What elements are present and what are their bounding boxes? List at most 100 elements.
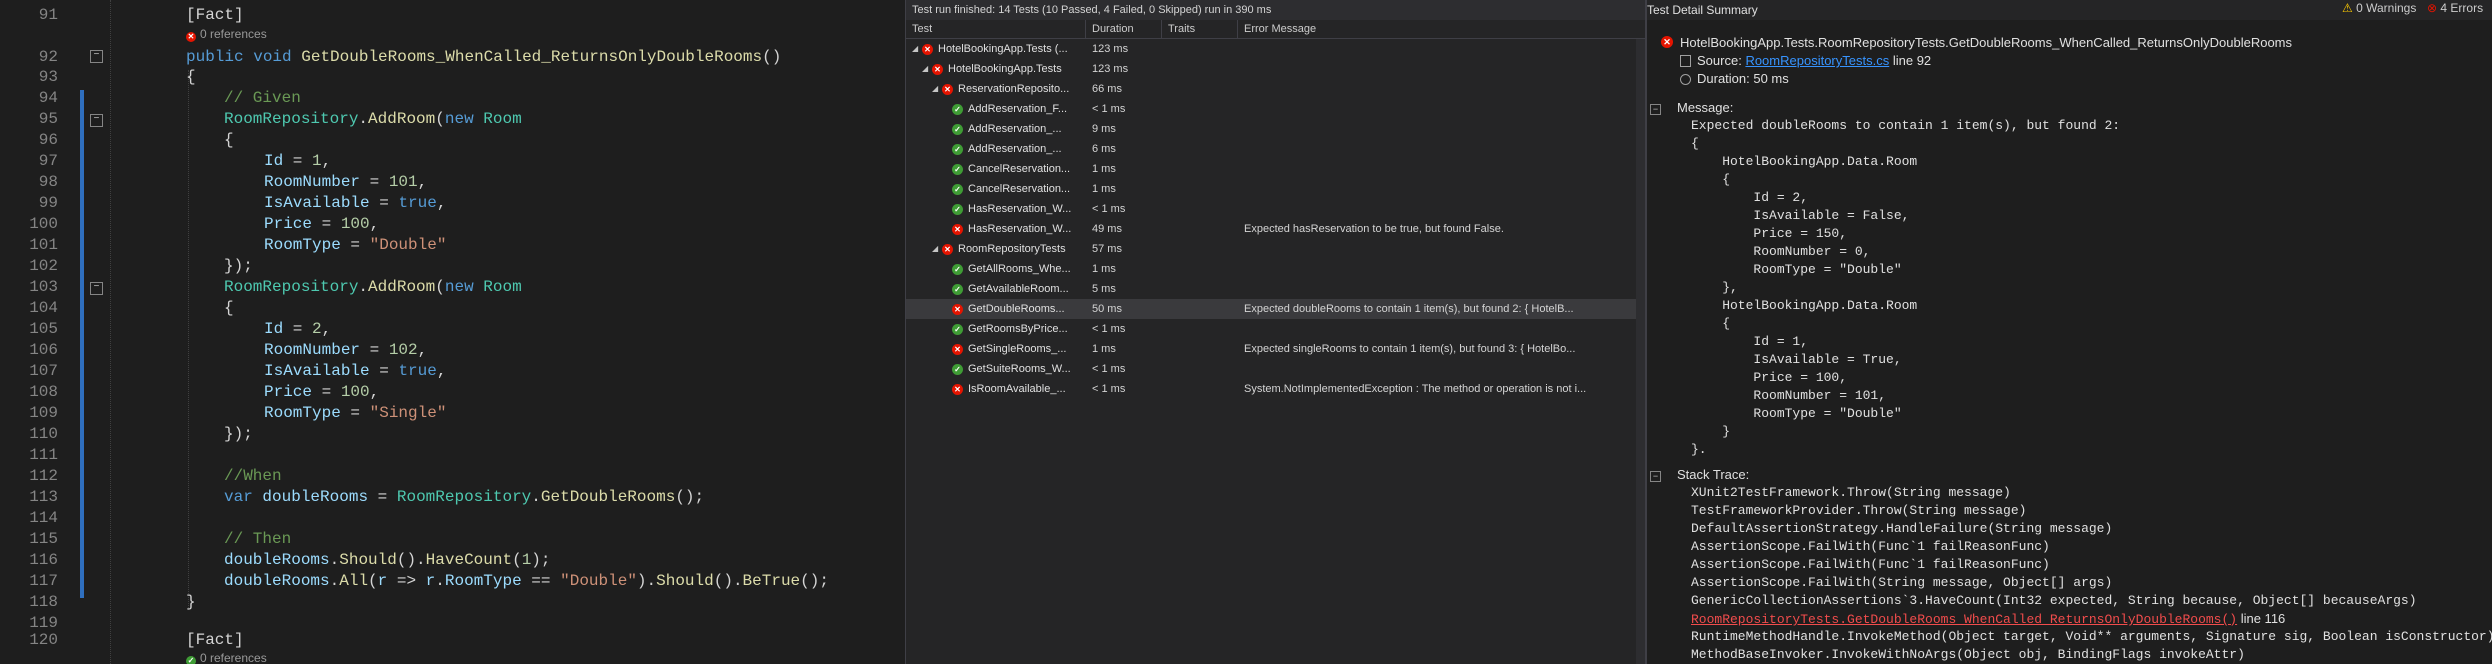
test-name: GetDoubleRooms... [968,303,1065,315]
test-row[interactable]: ✓ HasReservation_W... < 1 ms [906,199,1646,219]
test-row[interactable]: ✕ GetSingleRooms_... 1 ms Expected singleRo… [906,339,1646,359]
test-row[interactable]: ✕ GetDoubleRooms... 50 ms Expected doubleRo… [906,299,1646,319]
test-error-message: Expected hasReservation to be true, but … [1244,223,1504,235]
test-duration: < 1 ms [1092,363,1126,375]
test-name: CancelReservation... [968,183,1071,195]
line-number: 115 [29,530,58,548]
fold-toggle[interactable]: − [90,50,103,63]
stack-frame: TestFrameworkProvider.Throw(String messa… [1691,503,2027,518]
code-line-115: // Then [224,528,291,550]
fold-toggle[interactable]: − [90,282,103,295]
property: RoomType [444,572,522,590]
test-row[interactable]: ◢ ✕ HotelBookingApp.Tests (... 123 ms [906,39,1646,59]
test-name: AddReservation_... [968,123,1062,135]
column-header-duration[interactable]: Duration [1086,20,1162,38]
test-name: GetAllRooms_Whe... [968,263,1071,275]
line-number: 104 [29,299,58,317]
number: 100 [340,215,370,233]
line-number: 110 [29,425,58,443]
line-number: 102 [29,257,58,275]
codelens-references[interactable]: ✓ 0 references [186,651,267,664]
pass-icon: ✓ [952,324,963,335]
code-line-99: IsAvailable = true, [264,194,447,212]
code-line-103: RoomRepository.AddRoom(new Room [224,278,522,296]
indent-guide [188,70,190,610]
test-row[interactable]: ✓ AddReservation_F... < 1 ms [906,99,1646,119]
type-name: Room [483,110,522,128]
column-header-error-message[interactable]: Error Message [1238,20,1646,38]
test-list-header: Test Duration Traits Error Message [906,20,1646,39]
test-row[interactable]: ✓ GetRoomsByPrice... < 1 ms [906,319,1646,339]
comment: // Given [224,89,301,107]
message-line: RoomType = "Double" [1691,406,1902,421]
property: Id [264,320,284,338]
test-row[interactable]: ✓ AddReservation_... 6 ms [906,139,1646,159]
test-row[interactable]: ◢ ✕ RoomRepositoryTests 57 ms [906,239,1646,259]
keyword: public [186,48,244,66]
message-line: Expected doubleRooms to contain 1 item(s… [1691,118,2121,133]
line-number: 98 [38,173,58,191]
method-call: BeTrue [742,572,801,590]
test-row[interactable]: ✓ GetAllRooms_Whe... 1 ms [906,259,1646,279]
stack-source-link[interactable]: RoomRepositoryTests.GetDoubleRooms_WhenC… [1691,612,2237,627]
code-editor[interactable]: 91 92 93 94 95 96 97 98 99 100 101 102 103 104 105 106 1… [0,0,905,664]
collapse-message-toggle[interactable]: − [1650,104,1661,115]
collapse-stack-toggle[interactable]: − [1650,471,1661,482]
expand-toggle[interactable]: ◢ [932,239,938,259]
message-line: { [1691,172,1731,187]
code-line-113: var doubleRooms = RoomRepository.GetDoub… [224,488,705,506]
test-duration: 1 ms [1092,263,1116,275]
errors-label: 4 Errors [2440,1,2484,15]
test-full-name: HotelBookingApp.Tests.RoomRepositoryTest… [1680,35,2293,50]
test-row[interactable]: ✕ IsRoomAvailable_... < 1 ms System.NotImpl… [906,379,1646,399]
warning-icon: ⚠ [2342,1,2353,15]
test-explorer-panel[interactable]: Test run finished: 14 Tests (10 Passed, … [905,0,1646,664]
test-duration: 66 ms [1092,83,1122,95]
keyword: void [253,48,292,66]
fail-icon: ✕ [952,304,963,315]
test-row[interactable]: ◢ ✕ HotelBookingApp.Tests 123 ms [906,59,1646,79]
stack-frame-link[interactable]: RoomRepositoryTests.GetDoubleRooms_WhenC… [1691,610,2285,629]
test-tree[interactable]: ◢ ✕ HotelBookingApp.Tests (... 123 ms ◢ ✕ Hote… [906,39,1646,664]
method-call: HaveCount [425,551,513,569]
test-row[interactable]: ✓ AddReservation_... 9 ms [906,119,1646,139]
test-duration: 123 ms [1092,63,1129,75]
test-duration: < 1 ms [1092,103,1126,115]
warnings-count[interactable]: ⚠ 0 Warnings [2342,1,2416,15]
test-duration: < 1 ms [1092,323,1126,335]
fail-icon: ✕ [952,224,963,235]
test-row[interactable]: ✓ CancelReservation... 1 ms [906,159,1646,179]
column-header-test[interactable]: Test [906,20,1086,38]
expand-toggle[interactable]: ◢ [922,59,928,79]
test-name: IsRoomAvailable_... [968,383,1066,395]
errors-count[interactable]: ⊗ 4 Errors [2427,1,2483,15]
test-row[interactable]: ◢ ✕ ReservationReposito... 66 ms [906,79,1646,99]
test-row[interactable]: ✓ GetAvailableRoom... 5 ms [906,279,1646,299]
duration: Duration: 50 ms [1697,71,1789,86]
pass-icon: ✓ [952,184,963,195]
pass-icon: ✓ [952,284,963,295]
pass-icon: ✓ [186,656,196,664]
fact-attribute: [Fact] [186,631,244,649]
method-name: GetDoubleRooms_WhenCalled_ReturnsOnlyDou… [301,48,763,66]
message-line: }, [1691,280,1738,295]
property: Price [264,383,313,401]
expand-toggle[interactable]: ◢ [932,79,938,99]
code-line-95: RoomRepository.AddRoom(new Room [224,110,522,128]
pass-icon: ✓ [952,104,963,115]
source-file-link[interactable]: RoomRepositoryTests.cs [1745,53,1889,68]
expand-toggle[interactable]: ◢ [912,39,918,59]
message-line: RoomType = "Double" [1691,262,1902,277]
test-row[interactable]: ✓ GetSuiteRooms_W... < 1 ms [906,359,1646,379]
column-header-traits[interactable]: Traits [1162,20,1238,38]
code-line-116: doubleRooms.Should().HaveCount(1); [224,551,551,569]
codelens-references[interactable]: ✕ 0 references [186,27,267,43]
fold-toggle[interactable]: − [90,114,103,127]
test-row[interactable]: ✓ CancelReservation... 1 ms [906,179,1646,199]
comment: // Then [224,530,292,548]
code-line-92: public void GetDoubleRooms_WhenCalled_Re… [186,46,781,68]
fail-icon: ✕ [1661,36,1673,48]
code-line-105: Id = 2, [264,320,332,338]
test-row[interactable]: ✕ HasReservation_W... 49 ms Expected hasRes… [906,219,1646,239]
method-call: Should [339,551,397,569]
